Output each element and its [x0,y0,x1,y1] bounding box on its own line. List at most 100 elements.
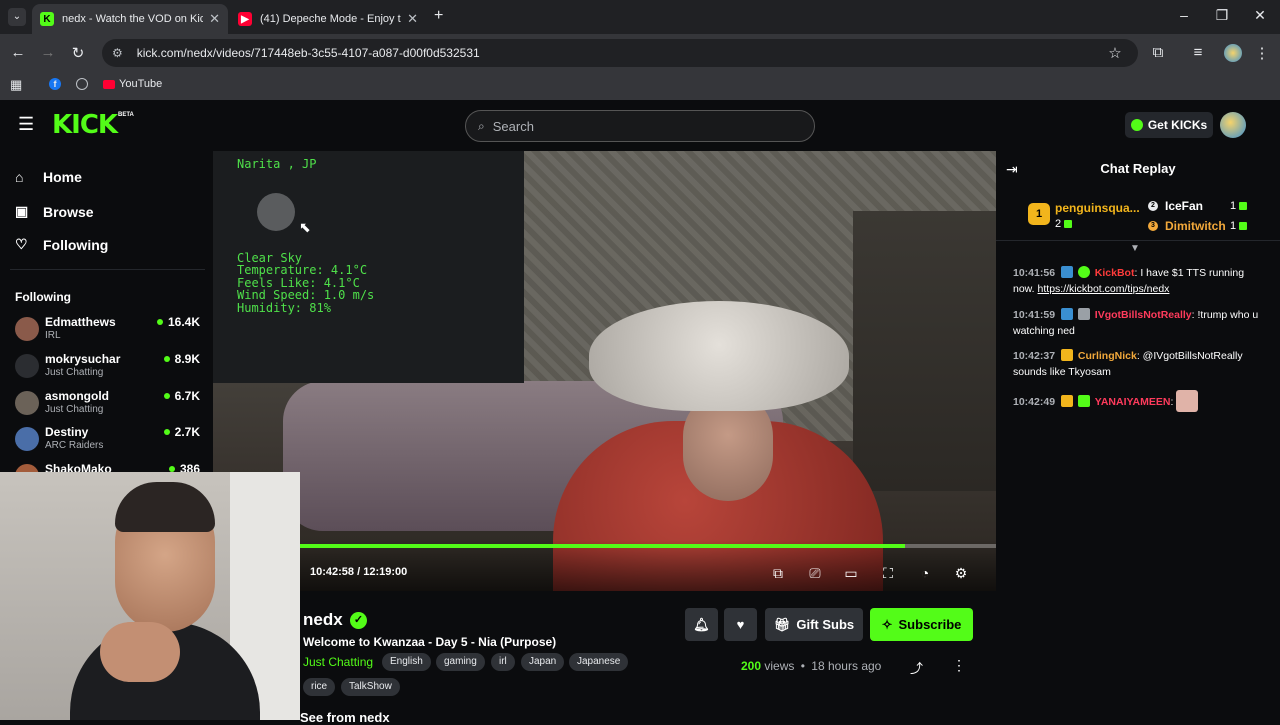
chat-username[interactable]: KickBot [1095,267,1135,279]
channel-name: Destiny [45,425,89,439]
chat-username[interactable]: YANAIYAMEEN [1095,396,1171,408]
close-tab-icon[interactable]: ✕ [209,11,220,27]
gift-icon [1064,220,1073,228]
forward-icon[interactable]: → [38,44,58,61]
tag-chip[interactable]: TalkShow [341,678,400,696]
tab-search-button[interactable]: ⌄ [8,8,26,26]
leaderboard-user[interactable]: penguinsqua... [1055,201,1140,215]
facebook-icon[interactable]: f [49,78,61,90]
progress-bar[interactable] [300,544,996,548]
sidebar-item-browse[interactable]: ▣ Browse [15,203,94,220]
heart-icon: ♥ [736,617,745,632]
reload-icon[interactable]: ↻ [68,44,88,62]
more-options-icon[interactable]: ⋮ [952,657,966,674]
new-tab-icon[interactable]: + [434,7,443,25]
rank-badge-icon: 2 [1148,201,1158,211]
leaderboard-user[interactable]: Dimitwitch [1165,219,1226,233]
followed-channel[interactable]: Destiny ARC Raiders 2.7K [15,425,200,459]
tag-chip[interactable]: irl [491,653,515,671]
theater-mode-icon[interactable]: ▭ [841,563,861,583]
close-window-icon[interactable]: ✕ [1248,7,1272,24]
restore-icon[interactable]: ❐ [1210,7,1234,24]
bookmark-label: YouTube [119,78,163,90]
channel-avatar [15,427,39,451]
tag-chip[interactable]: Japan [521,653,565,671]
view-stats: 200 views • 18 hours ago [741,659,881,673]
gift-subs-button[interactable]: 🎁︎ Gift Subs [765,608,863,641]
message-time: 10:42:49 [1013,396,1056,408]
bookmark-star-icon[interactable]: ☆ [1105,44,1125,62]
miniplayer-icon[interactable]: ⧉ [768,563,788,583]
fullscreen-icon[interactable]: ⛶ [878,563,898,583]
sidebar-item-home[interactable]: ⌂ Home [15,169,82,185]
chat-username[interactable]: IVgotBillsNotReally [1095,309,1192,321]
followed-channel[interactable]: Edmatthews IRL 16.4K [15,315,200,349]
get-kicks-button[interactable]: Get KICKs [1125,112,1213,138]
tab-youtube[interactable]: ▶ (41) Depeche Mode - Enjoy the ✕ [230,4,426,34]
live-dot-icon [163,356,170,362]
gift-icon [1239,222,1248,230]
share-icon[interactable]: ⤴ [910,658,923,677]
chat-username[interactable]: CurlingNick [1078,350,1137,362]
views-count: 200 [741,659,762,673]
tab-kick[interactable]: K nedx - Watch the VOD on Kick ✕ [32,4,228,34]
timecode: 10:42:58 / 12:19:00 [310,566,407,578]
live-dot-icon [156,319,163,325]
rank-badge-icon: 3 [1148,221,1158,231]
kick-logo[interactable]: KICK [52,110,118,140]
leaderboard-user[interactable]: IceFan [1165,199,1203,213]
gifter-badge-icon [1060,349,1073,361]
sidebar-item-following[interactable]: ♡ Following [15,236,108,253]
followed-channel[interactable]: mokrysuchar Just Chatting 8.9K [15,352,200,386]
hamburger-menu-icon[interactable]: ☰ [18,114,34,135]
sub-gift-badge-icon [1077,395,1090,407]
followed-channel[interactable]: asmongold Just Chatting 6.7K [15,389,200,423]
search-input[interactable]: ⌕ Search [465,110,815,142]
tag-chip[interactable]: English [382,653,431,671]
playback-speed-icon[interactable]: ◔ [915,563,935,583]
video-player[interactable]: Narita , JP ⬉ Clear Sky Temperature: 4.1… [213,151,996,591]
chat-message: 10:41:56 KickBot: I have $1 TTS running … [1013,266,1245,295]
views-label: views [764,659,795,673]
apps-grid-icon[interactable]: ▦ [10,77,22,93]
more-from-heading: See from nedx [300,710,390,725]
viewer-count: 6.7K [163,389,200,403]
message-link[interactable]: https://kickbot.com/tips/nedx [1038,283,1170,295]
tag-chip[interactable]: gaming [436,653,485,671]
globe-icon[interactable] [76,78,88,90]
menu-kebab-icon[interactable]: ⋮ [1252,44,1272,62]
expand-leaderboard-icon[interactable]: ▼ [1130,243,1140,254]
user-avatar[interactable] [1220,112,1246,138]
dot-separator: • [800,659,805,673]
divider [10,269,205,270]
channel-avatar [15,317,39,341]
clip-icon[interactable]: ⎚ [805,563,825,583]
bookmark-youtube[interactable]: YouTube [103,78,162,90]
duration: 12:19:00 [363,566,408,578]
streamer-name[interactable]: nedx [303,610,343,630]
subscribe-button[interactable]: ✧ Subscribe [870,608,973,641]
settings-gear-icon[interactable]: ⚙ [951,563,971,583]
back-icon[interactable]: ← [8,44,28,61]
address-bar[interactable]: ⚙ kick.com/nedx/videos/717448eb-3c55-410… [102,39,1138,67]
weather-wind: Wind Speed: 1.0 m/s [237,288,375,302]
kicks-coin-icon [1130,119,1143,131]
close-tab-icon[interactable]: ✕ [407,11,418,27]
kick-favicon-icon: K [40,12,54,26]
follow-heart-button[interactable]: ♥ [724,608,757,641]
subscribe-label: Subscribe [898,617,962,632]
category-link[interactable]: Just Chatting [303,655,373,669]
extensions-icon[interactable]: ⧉ [1148,44,1168,61]
tag-chip[interactable]: Japanese [569,653,629,671]
profile-avatar-icon[interactable] [1224,44,1242,62]
leaderboard-count: 2 [1055,218,1073,230]
tag-chip[interactable]: rice [303,678,336,696]
webcam-hair [115,482,215,532]
bell-icon: 🔔︎ [693,616,710,632]
channel-name: mokrysuchar [45,352,121,366]
search-placeholder: Search [492,118,534,134]
notification-bell-button[interactable]: 🔔︎ [685,608,718,641]
minimize-icon[interactable]: – [1172,7,1196,23]
site-info-icon[interactable]: ⚙ [112,46,123,60]
media-control-icon[interactable]: ≡ [1188,44,1208,61]
